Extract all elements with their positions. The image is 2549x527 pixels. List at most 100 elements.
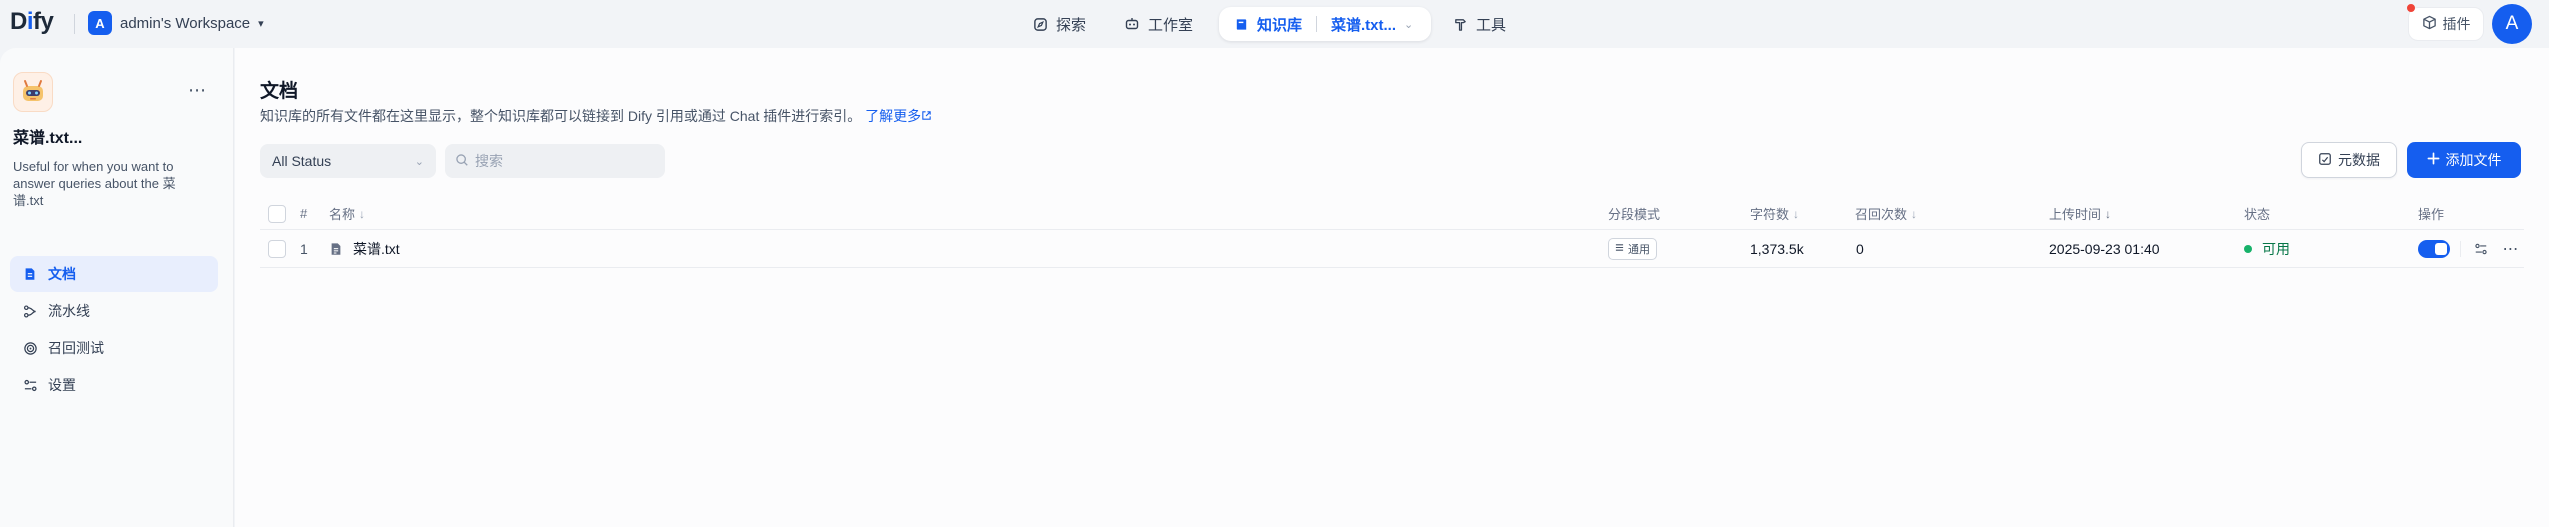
table-row[interactable]: 1 菜谱.txt 通用 1,373.5k 0 2025-09-23 01:40 … (260, 230, 2524, 268)
row-checkbox[interactable] (268, 239, 286, 258)
workspace-avatar: A (88, 11, 112, 35)
table-header: # 名称 ↓ 分段模式 字符数 ↓ 召回次数 ↓ 上传时间 ↓ 状态 操作 (260, 198, 2524, 230)
metadata-icon (2318, 152, 2332, 169)
page-description: 知识库的所有文件都在这里显示，整个知识库都可以链接到 Dify 引用或通过 Ch… (260, 106, 932, 126)
sidebar-item-retrieval-test[interactable]: 召回测试 (10, 330, 218, 366)
nav-tools[interactable]: 工具 (1452, 7, 1506, 41)
row-hit-count: 0 (1856, 240, 1864, 257)
chunk-mode-badge: 通用 (1608, 237, 1657, 260)
column-name-label: 名称 (329, 207, 356, 222)
sort-arrow-icon: ↓ (1911, 206, 1918, 221)
metadata-label: 元数据 (2338, 152, 2380, 168)
row-file-name: 菜谱.txt (353, 240, 400, 257)
nav-tools-label: 工具 (1476, 16, 1507, 34)
row-name-cell[interactable]: 菜谱.txt (329, 230, 400, 267)
sidebar-item-label: 文档 (48, 266, 76, 282)
column-word-count[interactable]: 字符数 ↓ (1750, 198, 1799, 229)
plus-icon (2427, 152, 2440, 168)
add-file-label: 添加文件 (2445, 152, 2502, 168)
nav-studio[interactable]: 工作室 (1124, 7, 1193, 41)
external-link-icon (921, 108, 932, 124)
plugins-label: 插件 (2442, 16, 2471, 32)
sidebar-item-label: 设置 (48, 377, 76, 393)
column-index: # (300, 206, 308, 221)
sidebar-item-pipeline[interactable]: 流水线 (10, 293, 218, 329)
select-all-cell (268, 198, 286, 229)
status-filter-select[interactable]: All Status ⌄ (260, 144, 436, 178)
column-word-count-label: 字符数 (1750, 207, 1790, 222)
page-title: 文档 (260, 81, 299, 102)
sidebar-item-documents[interactable]: 文档 (10, 256, 218, 292)
workspace-name: admin's Workspace (120, 14, 251, 32)
robot-avatar-icon (13, 72, 53, 112)
nav-studio-label: 工作室 (1148, 16, 1194, 34)
row-actions-cell: ⋯ (2418, 230, 2521, 267)
page-description-text: 知识库的所有文件都在这里显示，整个知识库都可以链接到 Dify 引用或通过 Ch… (260, 108, 862, 124)
nav-explore-label: 探索 (1056, 16, 1087, 34)
pipeline-icon (22, 303, 38, 319)
row-upload-time: 2025-09-23 01:40 (2049, 240, 2160, 257)
column-chunk-mode: 分段模式 (1608, 207, 1661, 222)
settings-icon (22, 377, 38, 393)
status-dot (2244, 244, 2252, 253)
current-kb-selector[interactable]: 菜谱.txt... (1331, 14, 1396, 35)
hammer-icon (1452, 16, 1468, 32)
learn-more-link[interactable]: 了解更多 (865, 108, 932, 124)
top-bar: Dify A admin's Workspace ▾ 探索 工作室 知识库 菜谱… (0, 0, 2549, 48)
chunk-mode-label: 通用 (1628, 243, 1650, 256)
chevron-down-icon[interactable]: ⌄ (1404, 18, 1413, 31)
column-upload-time-label: 上传时间 (2049, 207, 2102, 222)
user-avatar[interactable]: A (2492, 4, 2532, 44)
metadata-button[interactable]: 元数据 (2301, 142, 2397, 178)
status-badge: 可用 (2262, 240, 2290, 257)
select-all-checkbox[interactable] (268, 204, 286, 223)
divider (74, 14, 75, 34)
more-options-icon[interactable]: ⋯ (2501, 239, 2521, 259)
column-hit-count-label: 召回次数 (1855, 207, 1908, 222)
txt-file-icon (329, 242, 343, 256)
chevron-down-icon: ▾ (258, 17, 264, 30)
book-icon (1233, 16, 1249, 32)
sort-arrow-icon: ↓ (359, 206, 366, 221)
document-icon (22, 266, 38, 282)
row-select-cell (268, 230, 286, 267)
column-hit-count[interactable]: 召回次数 ↓ (1855, 198, 1917, 229)
add-file-button[interactable]: 添加文件 (2407, 142, 2521, 178)
nav-knowledge-label: 知识库 (1257, 16, 1303, 34)
plugins-button[interactable]: 插件 (2408, 7, 2484, 41)
sort-arrow-icon: ↓ (1793, 206, 1800, 221)
row-chunk-mode-cell: 通用 (1608, 230, 1657, 267)
column-status: 状态 (2244, 207, 2271, 222)
sort-arrow-icon: ↓ (2105, 206, 2112, 221)
compass-icon (1032, 16, 1048, 32)
kb-description: Useful for when you want to answer queri… (13, 159, 176, 208)
notification-dot (2407, 4, 2415, 12)
list-icon (1615, 243, 1624, 255)
more-options-icon[interactable]: ⋯ (188, 80, 207, 101)
dify-logo[interactable]: Dify (10, 8, 54, 36)
nav-knowledge[interactable]: 知识库 菜谱.txt... ⌄ (1219, 7, 1431, 41)
column-upload-time[interactable]: 上传时间 ↓ (2049, 198, 2111, 229)
row-word-count: 1,373.5k (1750, 240, 1804, 257)
chevron-down-icon: ⌄ (414, 155, 424, 168)
sidebar-item-label: 流水线 (48, 303, 90, 319)
workspace-switcher[interactable]: A admin's Workspace ▾ (88, 11, 264, 35)
settings-sliders-icon[interactable] (2471, 239, 2491, 259)
divider (1316, 16, 1318, 32)
sidebar-item-label: 召回测试 (48, 340, 104, 356)
column-actions: 操作 (2418, 207, 2445, 222)
column-name[interactable]: 名称 ↓ (329, 198, 365, 229)
sidebar: ⋯ 菜谱.txt... Useful for when you want to … (0, 48, 234, 527)
main-content: 文档 知识库的所有文件都在这里显示，整个知识库都可以链接到 Dify 引用或通过… (235, 48, 2549, 527)
robot-icon (1124, 16, 1140, 32)
sidebar-menu: 文档 流水线 召回测试 设置 (10, 256, 218, 404)
status-filter-value: All Status (272, 153, 332, 169)
search-input[interactable] (475, 153, 655, 169)
row-status-cell: 可用 (2244, 230, 2290, 267)
enable-toggle[interactable] (2418, 239, 2450, 258)
nav-explore[interactable]: 探索 (1032, 7, 1086, 41)
divider (2460, 240, 2461, 257)
search-box[interactable] (445, 144, 665, 178)
sidebar-item-settings[interactable]: 设置 (10, 367, 218, 403)
cube-icon (2422, 15, 2437, 33)
